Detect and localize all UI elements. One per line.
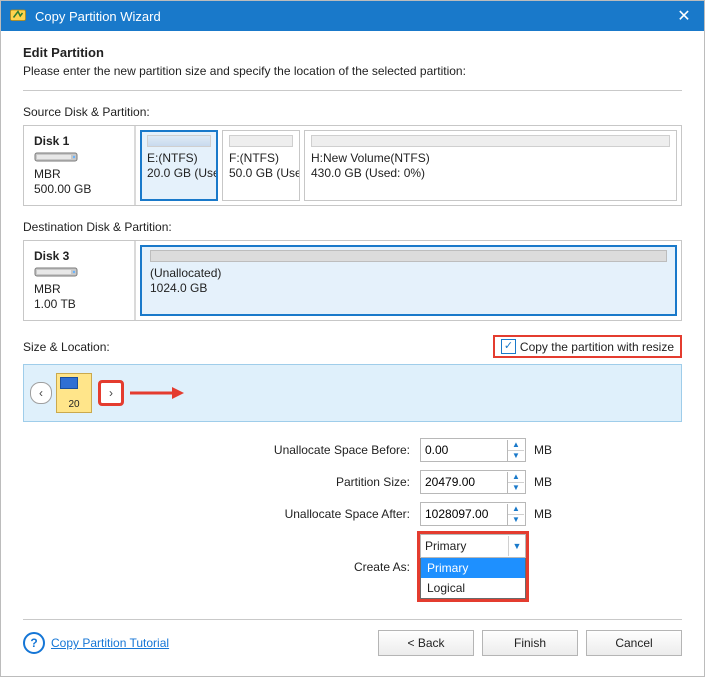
- footer: ? Copy Partition Tutorial < Back Finish …: [23, 630, 682, 666]
- partition-detail: 1024.0 GB: [150, 281, 667, 296]
- partition-f[interactable]: F:(NTFS) 50.0 GB (Used: [222, 130, 300, 201]
- slider-handle-right[interactable]: ›: [100, 382, 122, 404]
- source-label: Source Disk & Partition:: [23, 105, 682, 119]
- partition-h[interactable]: H:New Volume(NTFS) 430.0 GB (Used: 0%): [304, 130, 677, 201]
- spin-down-icon[interactable]: ▼: [508, 451, 524, 461]
- partition-bar: [150, 250, 667, 262]
- spinner: ▲ ▼: [507, 440, 524, 461]
- source-partitions: E:(NTFS) 20.0 GB (Used F:(NTFS) 50.0 GB …: [136, 126, 681, 205]
- partition-name: E:(NTFS): [147, 151, 211, 166]
- partition-name: F:(NTFS): [229, 151, 293, 166]
- disk-icon: [34, 265, 78, 279]
- source-disk-name: Disk 1: [34, 134, 128, 148]
- slider-partition-block[interactable]: 20: [56, 373, 92, 413]
- spin-up-icon[interactable]: ▲: [508, 504, 524, 515]
- source-disk-info: Disk 1 MBR 500.00 GB: [24, 126, 136, 205]
- spin-up-icon[interactable]: ▲: [508, 440, 524, 451]
- partition-size-input-wrap: ▲ ▼: [420, 470, 526, 494]
- space-before-label: Unallocate Space Before:: [274, 443, 412, 457]
- help-icon: ?: [23, 632, 45, 654]
- wizard-window: Copy Partition Wizard ✕ Edit Partition P…: [0, 0, 705, 677]
- partition-size-unit: MB: [534, 475, 562, 489]
- help-area: ? Copy Partition Tutorial: [23, 632, 169, 654]
- app-icon: [9, 7, 27, 25]
- space-before-input-wrap: ▲ ▼: [420, 438, 526, 462]
- chevron-right-icon: ›: [109, 386, 113, 400]
- copy-with-resize-label: Copy the partition with resize: [520, 340, 674, 354]
- page-heading: Edit Partition: [23, 45, 682, 60]
- copy-with-resize-highlight: ✓ Copy the partition with resize: [493, 335, 682, 358]
- footer-buttons: < Back Finish Cancel: [378, 630, 682, 656]
- space-after-unit: MB: [534, 507, 562, 521]
- space-before-input[interactable]: [421, 443, 507, 457]
- divider: [23, 90, 682, 91]
- destination-partitions: (Unallocated) 1024.0 GB: [136, 241, 681, 320]
- destination-label: Destination Disk & Partition:: [23, 220, 682, 234]
- destination-disk-box: Disk 3 MBR 1.00 TB (Unallocated) 1024.0 …: [23, 240, 682, 321]
- partition-e[interactable]: E:(NTFS) 20.0 GB (Used: [140, 130, 218, 201]
- size-location-row: Size & Location: ✓ Copy the partition wi…: [23, 335, 682, 358]
- arrow-right-icon: [128, 384, 186, 402]
- chevron-down-icon: ▼: [508, 536, 525, 556]
- close-icon[interactable]: ✕: [672, 6, 696, 26]
- space-after-input-wrap: ▲ ▼: [420, 502, 526, 526]
- wizard-body: Edit Partition Please enter the new part…: [1, 31, 704, 676]
- create-as-dropdown[interactable]: Primary ▼: [420, 534, 526, 558]
- partition-unallocated[interactable]: (Unallocated) 1024.0 GB: [140, 245, 677, 316]
- partition-size-input[interactable]: [421, 475, 507, 489]
- space-after-input[interactable]: [421, 507, 507, 521]
- spinner: ▲ ▼: [507, 472, 524, 493]
- copy-with-resize-checkbox[interactable]: ✓: [501, 339, 516, 354]
- partition-detail: 50.0 GB (Used: [229, 166, 293, 181]
- spin-down-icon[interactable]: ▼: [508, 515, 524, 525]
- destination-disk-scheme: MBR: [34, 282, 128, 297]
- slider-handle-left[interactable]: ‹: [30, 382, 52, 404]
- partition-name: H:New Volume(NTFS): [311, 151, 670, 166]
- spin-down-icon[interactable]: ▼: [508, 483, 524, 493]
- destination-disk-info: Disk 3 MBR 1.00 TB: [24, 241, 136, 320]
- spinner: ▲ ▼: [507, 504, 524, 525]
- create-as-options: Primary Logical: [420, 558, 526, 599]
- disk-icon: [34, 150, 78, 164]
- option-primary[interactable]: Primary: [421, 558, 525, 578]
- spin-up-icon[interactable]: ▲: [508, 472, 524, 483]
- titlebar: Copy Partition Wizard ✕: [1, 1, 704, 31]
- partition-bar: [147, 135, 211, 147]
- finish-button[interactable]: Finish: [482, 630, 578, 656]
- partition-detail: 20.0 GB (Used: [147, 166, 211, 181]
- create-as-highlight: Primary ▼ Primary Logical: [420, 534, 526, 599]
- create-as-value: Primary: [421, 539, 508, 553]
- size-form: Unallocate Space Before: ▲ ▼ MB Partitio…: [103, 438, 562, 599]
- chevron-left-icon: ‹: [39, 386, 43, 400]
- partition-detail: 430.0 GB (Used: 0%): [311, 166, 670, 181]
- destination-disk-capacity: 1.00 TB: [34, 297, 128, 312]
- source-disk-scheme: MBR: [34, 167, 128, 182]
- destination-disk-name: Disk 3: [34, 249, 128, 263]
- back-button[interactable]: < Back: [378, 630, 474, 656]
- partition-bar: [311, 135, 670, 147]
- cancel-button[interactable]: Cancel: [586, 630, 682, 656]
- size-location-label: Size & Location:: [23, 340, 110, 354]
- source-disk-capacity: 500.00 GB: [34, 182, 128, 197]
- option-logical[interactable]: Logical: [421, 578, 525, 598]
- create-as-cell: Primary ▼ Primary Logical: [420, 534, 526, 599]
- partition-bar: [229, 135, 293, 147]
- partition-size-label: Partition Size:: [336, 475, 412, 489]
- space-after-label: Unallocate Space After:: [285, 507, 412, 521]
- tutorial-link[interactable]: Copy Partition Tutorial: [51, 636, 169, 650]
- window-title: Copy Partition Wizard: [35, 9, 672, 24]
- divider: [23, 619, 682, 620]
- slider-used-icon: [60, 377, 78, 389]
- create-as-label: Create As:: [354, 560, 412, 574]
- slider-block-label: 20: [57, 399, 91, 410]
- source-disk-box: Disk 1 MBR 500.00 GB E:(NTFS) 20.0 GB (U…: [23, 125, 682, 206]
- partition-name: (Unallocated): [150, 266, 667, 281]
- resize-slider[interactable]: ‹ 20 ›: [23, 364, 682, 422]
- page-subtext: Please enter the new partition size and …: [23, 64, 682, 78]
- space-before-unit: MB: [534, 443, 562, 457]
